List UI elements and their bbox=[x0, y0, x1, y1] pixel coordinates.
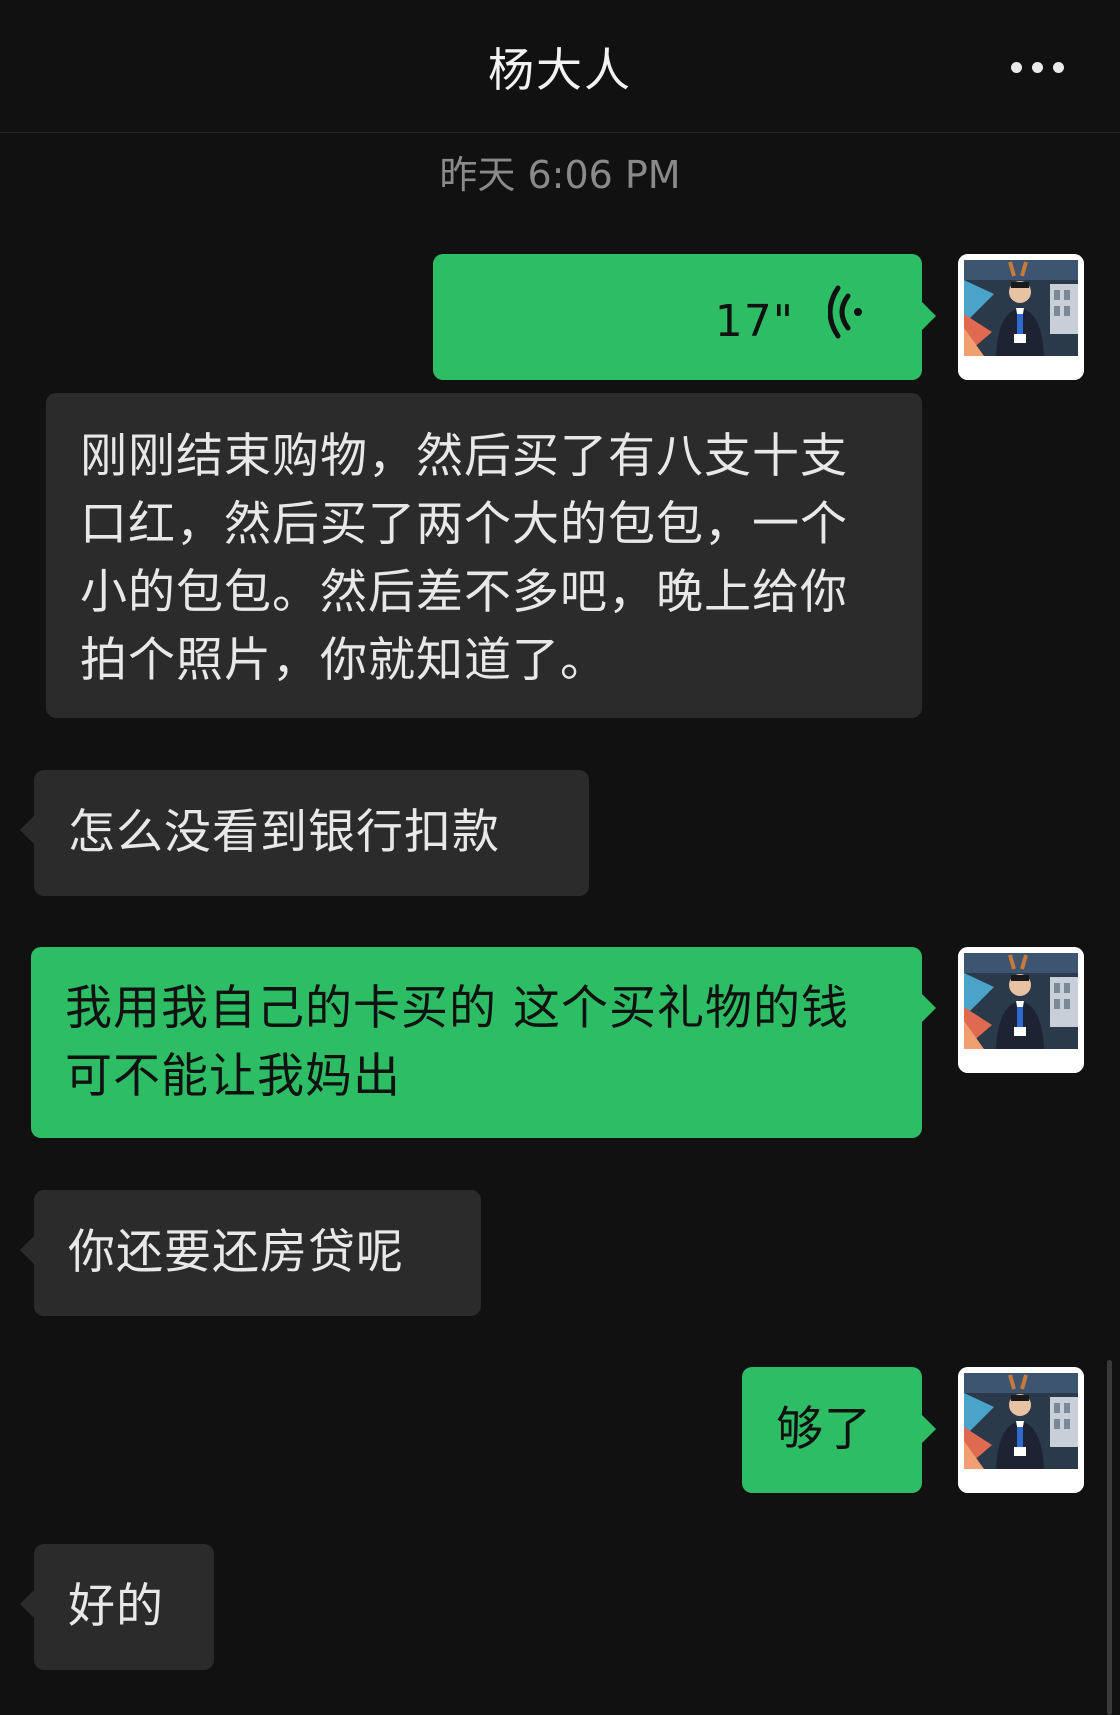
more-options-button[interactable] bbox=[968, 52, 1064, 82]
message-bubble[interactable]: 够了 bbox=[742, 1367, 922, 1493]
message-bubble[interactable]: 我用我自己的卡买的 这个买礼物的钱可不能让我妈出 bbox=[31, 947, 922, 1138]
more-dots-icon bbox=[1011, 61, 1022, 73]
scrollbar[interactable] bbox=[1107, 1360, 1112, 1715]
bubble-tail bbox=[922, 994, 936, 1022]
bubble-tail bbox=[922, 302, 936, 330]
message-text: 我用我自己的卡买的 这个买礼物的钱可不能让我妈出 bbox=[65, 981, 849, 1104]
avatar-photo-icon bbox=[958, 1367, 1084, 1493]
bubble-tail bbox=[20, 1590, 34, 1618]
voice-wave-icon bbox=[828, 285, 862, 339]
voice-duration: 17" bbox=[714, 296, 794, 347]
more-dots-icon bbox=[1032, 61, 1043, 73]
message-bubble[interactable]: 你还要还房贷呢 bbox=[34, 1190, 481, 1316]
message-bubble[interactable]: 刚刚结束购物，然后买了有八支十支口红，然后买了两个大的包包，一个小的包包。然后差… bbox=[46, 393, 922, 718]
message-text: 你还要还房贷呢 bbox=[68, 1225, 404, 1280]
bubble-tail bbox=[20, 1236, 34, 1264]
avatar-photo-icon bbox=[958, 254, 1084, 380]
bubble-tail bbox=[20, 816, 34, 844]
chat-title: 杨大人 bbox=[488, 43, 632, 97]
message-text: 好的 bbox=[68, 1579, 164, 1634]
bubble-tail bbox=[922, 1415, 936, 1443]
message-timestamp: 昨天 6:06 PM bbox=[439, 153, 681, 197]
my-avatar[interactable] bbox=[958, 1367, 1084, 1493]
message-bubble[interactable]: 怎么没看到银行扣款 bbox=[34, 770, 589, 896]
my-avatar[interactable] bbox=[958, 947, 1084, 1073]
chat-header: 杨大人 bbox=[0, 0, 1120, 133]
avatar-photo-icon bbox=[958, 947, 1084, 1073]
message-text: 刚刚结束购物，然后买了有八支十支口红，然后买了两个大的包包，一个小的包包。然后差… bbox=[80, 429, 848, 688]
more-dots-icon bbox=[1053, 61, 1064, 73]
message-text: 怎么没看到银行扣款 bbox=[68, 805, 500, 860]
voice-message-bubble[interactable]: 17" bbox=[433, 254, 922, 380]
message-bubble[interactable]: 好的 bbox=[34, 1544, 214, 1670]
message-text: 够了 bbox=[776, 1402, 872, 1457]
my-avatar[interactable] bbox=[958, 254, 1084, 380]
